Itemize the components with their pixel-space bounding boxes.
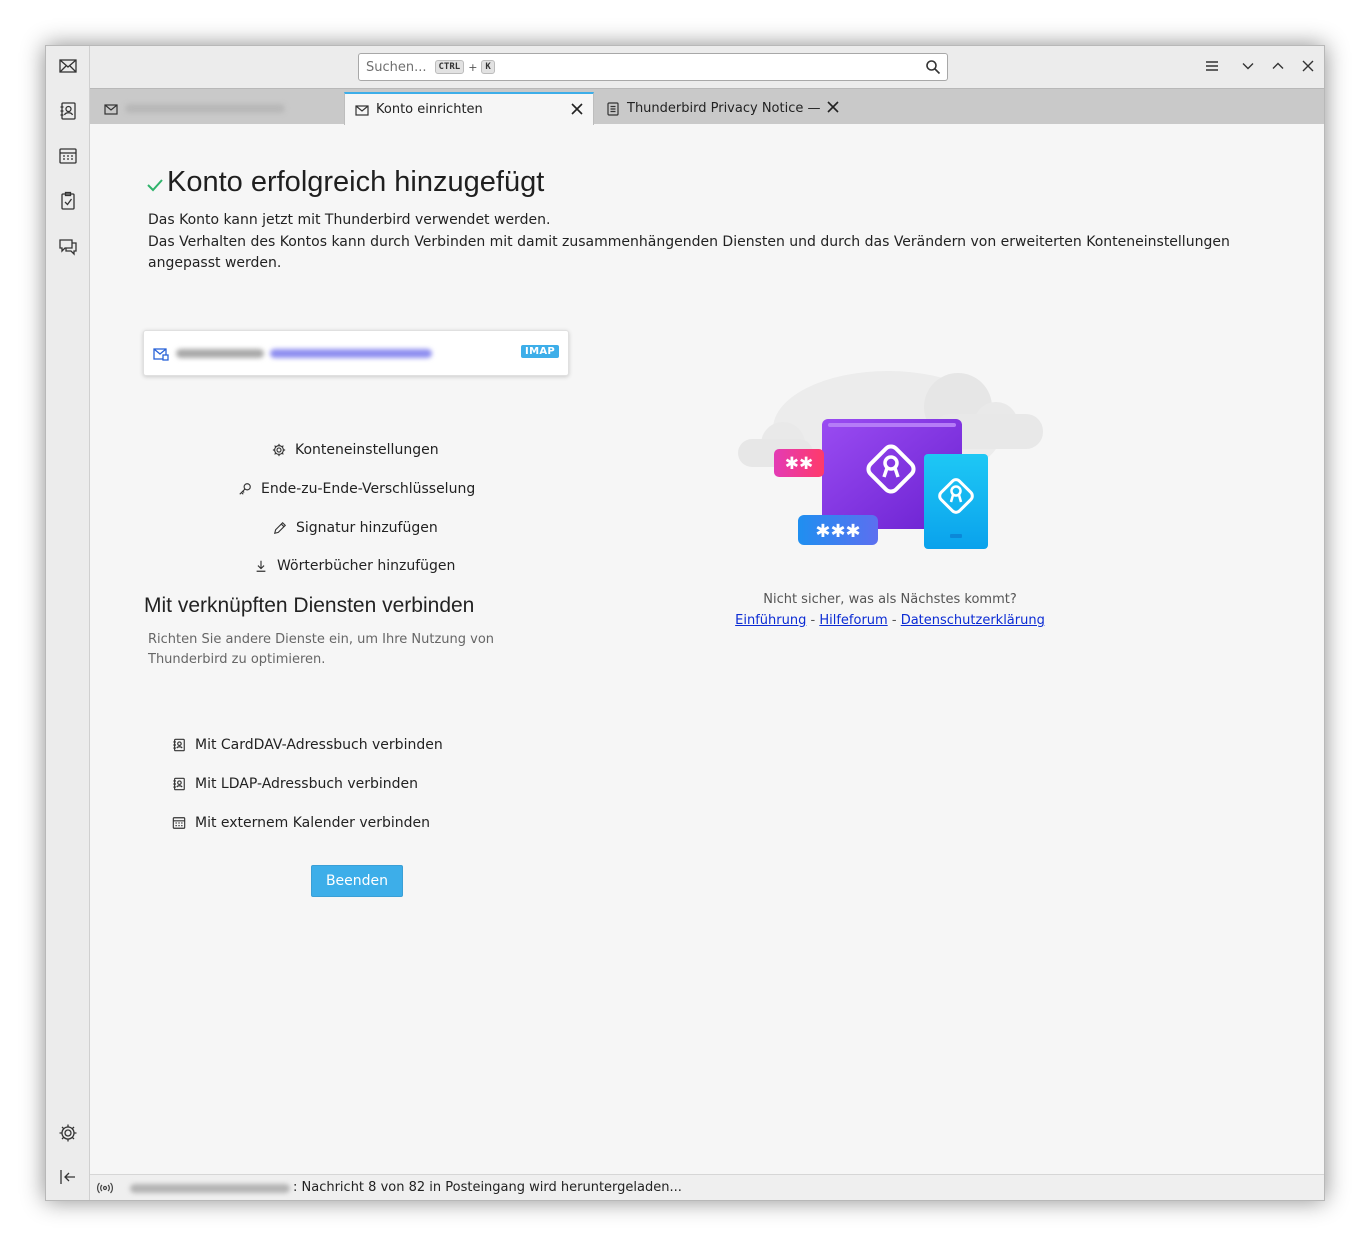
mail-icon (58, 56, 78, 80)
status-bar: : Nachricht 8 von 82 in Posteingang wird… (90, 1174, 1324, 1200)
redacted-account-name (176, 349, 264, 358)
close-icon (1301, 58, 1315, 77)
tasks-icon (58, 191, 78, 215)
action-label: Signatur hinzufügen (296, 520, 438, 536)
chevron-up-icon (1271, 58, 1285, 77)
tab-account-setup[interactable]: Konto einrichten (344, 92, 594, 125)
account-card[interactable]: IMAP (143, 330, 569, 376)
ldap-connect-link[interactable]: Mit LDAP-Adressbuch verbinden (171, 776, 418, 792)
carddav-connect-link[interactable]: Mit CardDAV-Adressbuch verbinden (171, 737, 443, 753)
imap-badge: IMAP (521, 345, 559, 358)
tab-privacy-notice[interactable]: Thunderbird Privacy Notice — (606, 92, 856, 125)
service-label: Mit LDAP-Adressbuch verbinden (195, 776, 419, 792)
address-book-space-button[interactable] (54, 99, 82, 127)
services-description: Richten Sie andere Dienste ein, um Ihre … (148, 632, 495, 667)
mail-icon (355, 103, 369, 117)
document-icon (606, 101, 620, 116)
maximize-button[interactable] (1268, 57, 1288, 77)
activity-icon[interactable] (96, 1180, 114, 1196)
service-label: Mit externem Kalender verbinden (195, 815, 431, 831)
tab-bar: Konto einrichten Thunderbird Privacy Not… (90, 88, 1324, 125)
redacted-tab-label (125, 104, 285, 113)
pencil-icon (272, 520, 288, 536)
tab-label: Thunderbird Privacy Notice — (627, 101, 821, 116)
address-book-icon (58, 101, 78, 125)
help-forum-link[interactable]: Hilfeforum (819, 613, 887, 628)
intro-text: Das Konto kann jetzt mit Thunderbird ver… (148, 212, 551, 228)
thunderbird-window: Suchen... CTRL + K Konto einrichten Thun… (45, 45, 1325, 1201)
intro-text: Das Verhalten des Kontos kann durch Verb… (148, 234, 1230, 271)
add-dictionaries-link[interactable]: Wörterbücher hinzufügen (253, 558, 455, 574)
page-title: Konto erfolgreich hinzugefügt (167, 166, 545, 198)
collapse-icon (58, 1167, 78, 1191)
search-input[interactable]: Suchen... CTRL + K (358, 53, 948, 81)
action-label: Wörterbücher hinzufügen (277, 558, 456, 574)
calendar-space-button[interactable] (54, 144, 82, 172)
calendar-icon (171, 815, 187, 831)
calendar-icon (58, 146, 78, 170)
redacted-account-email (270, 349, 432, 358)
gear-icon (58, 1123, 78, 1147)
account-setup-content: Konto erfolgreich hinzugefügt Das Konto … (90, 124, 1324, 1174)
chat-icon (58, 236, 78, 260)
e2e-encryption-link[interactable]: Ende-zu-Ende-Verschlüsselung (237, 481, 475, 497)
finish-button[interactable]: Beenden (311, 865, 403, 897)
privacy-policy-link[interactable]: Datenschutzerklärung (901, 613, 1045, 628)
calendar-connect-link[interactable]: Mit externem Kalender verbinden (171, 815, 430, 831)
close-window-button[interactable] (1298, 57, 1318, 77)
tasks-space-button[interactable] (54, 189, 82, 217)
checkmark-icon (146, 176, 164, 194)
search-placeholder: Suchen... (366, 59, 427, 75)
search-icon[interactable] (925, 59, 941, 75)
status-text: : Nachricht 8 von 82 in Posteingang wird… (293, 1180, 682, 1195)
link-separator: - (810, 613, 816, 628)
hamburger-icon (1205, 58, 1219, 77)
services-heading: Mit verknüpften Diensten verbinden (144, 594, 475, 617)
service-label: Mit CardDAV-Adressbuch verbinden (195, 737, 443, 753)
address-book-icon (171, 737, 187, 753)
action-label: Konteneinstellungen (295, 442, 439, 458)
settings-space-button[interactable] (54, 1121, 82, 1149)
mail-account-icon (153, 346, 169, 362)
help-text: Nicht sicher, was als Nächstes kommt? (763, 592, 1017, 607)
gear-icon (271, 442, 287, 458)
key-icon (237, 481, 253, 497)
address-book-icon (171, 776, 187, 792)
close-icon[interactable] (827, 101, 841, 115)
close-icon[interactable] (571, 103, 585, 117)
redacted-account-name (130, 1184, 290, 1193)
spaces-toolbar (46, 46, 90, 1200)
add-signature-link[interactable]: Signatur hinzufügen (272, 520, 438, 536)
svg-text:✱✱: ✱✱ (785, 454, 814, 474)
mail-icon (104, 102, 118, 116)
shortcut-plus: + (468, 60, 478, 74)
account-settings-link[interactable]: Konteneinstellungen (271, 442, 439, 458)
shortcut-key: K (481, 60, 495, 74)
action-label: Ende-zu-Ende-Verschlüsselung (261, 481, 476, 497)
chevron-down-icon (1241, 58, 1255, 77)
app-menu-button[interactable] (1202, 57, 1222, 77)
chat-space-button[interactable] (54, 234, 82, 262)
intro-link[interactable]: Einführung (735, 613, 806, 628)
account-illustration: ✱✱ ✱✱✱ (738, 371, 1043, 549)
shortcut-key: CTRL (434, 60, 465, 74)
minimize-button[interactable] (1238, 57, 1258, 77)
title-bar: Suchen... CTRL + K (90, 46, 1324, 88)
tab-inbox[interactable] (102, 92, 342, 125)
collapse-spaces-button[interactable] (54, 1165, 82, 1193)
help-links: Einführung - Hilfeforum - Datenschutzerk… (690, 613, 1090, 628)
download-icon (253, 558, 269, 574)
svg-text:✱✱✱: ✱✱✱ (815, 521, 860, 542)
mail-space-button[interactable] (54, 54, 82, 82)
link-separator: - (891, 613, 897, 628)
tab-label: Konto einrichten (376, 102, 483, 117)
